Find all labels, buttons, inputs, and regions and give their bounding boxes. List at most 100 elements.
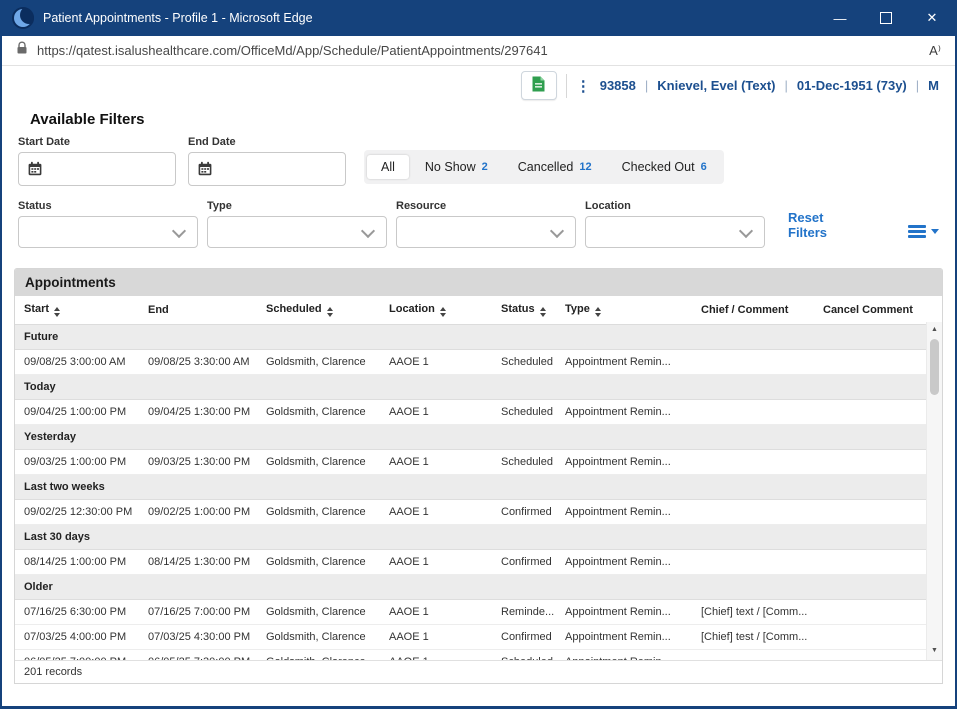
end-date-input[interactable] bbox=[221, 161, 345, 177]
col-type[interactable]: Type bbox=[561, 296, 687, 325]
app-icon bbox=[12, 7, 34, 29]
table-row: 09/04/25 1:00:00 PM09/04/25 1:30:00 PMGo… bbox=[15, 400, 942, 425]
col-label: Start bbox=[24, 303, 49, 315]
available-filters-title: Available Filters bbox=[2, 111, 955, 128]
patient-note-button[interactable] bbox=[521, 71, 557, 100]
record-count: 201 records bbox=[15, 660, 942, 683]
cell-chief bbox=[687, 350, 819, 375]
cell-chief: [Chief] test / [Comm... bbox=[687, 625, 819, 650]
separator: | bbox=[785, 78, 788, 93]
patient-sex: M bbox=[928, 78, 939, 93]
appointments-title: Appointments bbox=[15, 269, 942, 296]
tab-label: No Show bbox=[425, 160, 476, 174]
col-location[interactable]: Location bbox=[377, 296, 497, 325]
cell-location: AAOE 1 bbox=[377, 600, 497, 625]
tab-count: 12 bbox=[579, 161, 591, 173]
calendar-icon[interactable] bbox=[189, 161, 221, 177]
tab-count: 2 bbox=[482, 161, 488, 173]
col-label: Chief / Comment bbox=[701, 304, 788, 316]
col-status[interactable]: Status bbox=[497, 296, 561, 325]
lock-icon bbox=[16, 41, 28, 60]
group-label: Older bbox=[15, 575, 942, 600]
filter-select-resource[interactable] bbox=[396, 216, 576, 248]
table-row: 08/14/25 1:00:00 PM08/14/25 1:30:00 PMGo… bbox=[15, 550, 942, 575]
separator: | bbox=[916, 78, 919, 93]
group-label: Today bbox=[15, 375, 942, 400]
col-start[interactable]: Start bbox=[15, 296, 144, 325]
scroll-up-button[interactable]: ▲ bbox=[927, 322, 942, 337]
col-scheduled[interactable]: Scheduled bbox=[262, 296, 377, 325]
minimize-button[interactable]: — bbox=[817, 0, 863, 36]
group-row: Future bbox=[15, 325, 942, 350]
cell-cancel-comment bbox=[819, 500, 939, 525]
patient-dob: 01-Dec-1951 (73y) bbox=[797, 78, 907, 93]
kebab-icon[interactable]: ⋮ bbox=[576, 77, 591, 95]
filter-select-location[interactable] bbox=[585, 216, 765, 248]
maximize-button[interactable] bbox=[863, 0, 909, 36]
col-cancel-comment: Cancel Comment bbox=[819, 296, 939, 325]
cell-type: Appointment Remin... bbox=[561, 625, 687, 650]
url-text[interactable]: https://qatest.isalushealthcare.com/Offi… bbox=[37, 43, 548, 58]
filter-select-status[interactable] bbox=[18, 216, 198, 248]
cell-location: AAOE 1 bbox=[377, 550, 497, 575]
page-content: ⋮ 93858 | Knievel, Evel (Text) | 01-Dec-… bbox=[2, 66, 955, 706]
tab-label: Cancelled bbox=[518, 160, 574, 174]
tab-all[interactable]: All bbox=[367, 155, 409, 179]
filter-type: Type bbox=[207, 200, 387, 248]
group-row: Last 30 days bbox=[15, 525, 942, 550]
col-label: End bbox=[148, 304, 169, 316]
cell-scheduled: Goldsmith, Clarence bbox=[262, 600, 377, 625]
start-date-input[interactable] bbox=[51, 161, 175, 177]
select-value bbox=[586, 217, 764, 233]
cell-type: Appointment Remin... bbox=[561, 500, 687, 525]
col-chief-comment: Chief / Comment bbox=[687, 296, 819, 325]
cell-cancel-comment bbox=[819, 550, 939, 575]
calendar-icon[interactable] bbox=[19, 161, 51, 177]
cell-cancel-comment bbox=[819, 625, 939, 650]
reset-filters-link[interactable]: Reset Filters bbox=[788, 210, 852, 240]
close-button[interactable]: ✕ bbox=[909, 0, 955, 36]
tab-checked-out[interactable]: Checked Out6 bbox=[608, 155, 721, 179]
cell-cancel-comment bbox=[819, 600, 939, 625]
maximize-icon bbox=[880, 12, 892, 24]
appointments-table: Start End Scheduled LocationStatusType Chief… bbox=[15, 296, 942, 660]
table-header-row: Start End Scheduled LocationStatusType Chief… bbox=[15, 296, 942, 325]
end-date-input-group[interactable] bbox=[188, 152, 346, 186]
tab-count: 6 bbox=[701, 161, 707, 173]
appointments-table-wrap: Start End Scheduled LocationStatusType Chief… bbox=[15, 296, 942, 660]
scroll-down-button[interactable]: ▼ bbox=[927, 643, 942, 658]
cell-start: 09/04/25 1:00:00 PM bbox=[15, 400, 144, 425]
scrollbar-thumb[interactable] bbox=[930, 339, 939, 395]
filter-label: Type bbox=[207, 200, 387, 212]
cell-end: 07/16/25 7:00:00 PM bbox=[144, 600, 262, 625]
cell-location: AAOE 1 bbox=[377, 450, 497, 475]
cell-type: Appointment Remin... bbox=[561, 600, 687, 625]
cell-status: Confirmed bbox=[497, 550, 561, 575]
read-aloud-icon[interactable]: A⁾ bbox=[929, 43, 941, 59]
select-value bbox=[208, 217, 386, 233]
cell-type: Appointment Remin... bbox=[561, 550, 687, 575]
col-label: Scheduled bbox=[266, 303, 322, 315]
address-bar[interactable]: https://qatest.isalushealthcare.com/Offi… bbox=[2, 36, 955, 66]
scrollbar[interactable]: ▲ ▼ bbox=[926, 322, 942, 660]
tab-no-show[interactable]: No Show 2 bbox=[411, 155, 502, 179]
tab-cancelled[interactable]: Cancelled 12 bbox=[504, 155, 606, 179]
group-label: Yesterday bbox=[15, 425, 942, 450]
end-date-field: End Date bbox=[188, 136, 346, 186]
filter-select-type[interactable] bbox=[207, 216, 387, 248]
cell-type: Appointment Remin... bbox=[561, 350, 687, 375]
start-date-input-group[interactable] bbox=[18, 152, 176, 186]
cell-type: Appointment Remin... bbox=[561, 450, 687, 475]
list-menu-button[interactable] bbox=[908, 223, 939, 241]
patient-name: Knievel, Evel (Text) bbox=[657, 78, 775, 93]
hamburger-icon bbox=[908, 223, 926, 241]
filter-label: Status bbox=[18, 200, 198, 212]
group-row: Yesterday bbox=[15, 425, 942, 450]
filter-dropdowns: StatusTypeResourceLocation bbox=[18, 200, 765, 248]
cell-start: 09/02/25 12:30:00 PM bbox=[15, 500, 144, 525]
cell-type: Appointment Remin... bbox=[561, 650, 687, 661]
cell-chief bbox=[687, 400, 819, 425]
window-title: Patient Appointments - Profile 1 - Micro… bbox=[43, 11, 313, 25]
cell-status: Confirmed bbox=[497, 500, 561, 525]
cell-chief: [Chief] text / [Comm... bbox=[687, 600, 819, 625]
